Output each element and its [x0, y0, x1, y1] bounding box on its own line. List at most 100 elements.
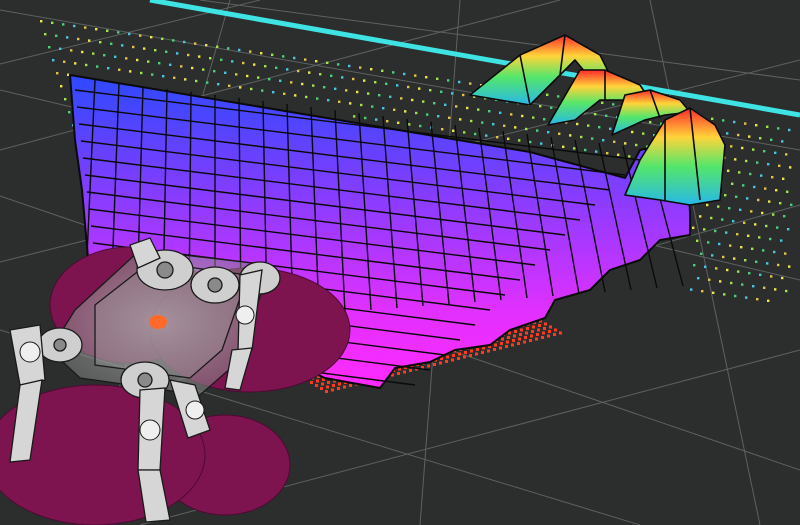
scene-canvas [0, 0, 800, 525]
point-cloud-dot [422, 100, 425, 103]
point-cloud-dot [532, 116, 535, 119]
low-height-point [511, 343, 514, 347]
point-cloud-dot [261, 89, 264, 92]
point-cloud-dot [106, 29, 109, 32]
point-cloud-dot [466, 106, 469, 110]
point-cloud-dot [734, 158, 737, 161]
point-cloud-dot [762, 249, 765, 252]
point-cloud-dot [92, 52, 95, 55]
point-cloud-dot [363, 79, 366, 82]
3d-viewport[interactable] [0, 0, 800, 525]
point-cloud-dot [788, 128, 791, 132]
point-cloud-dot [231, 60, 234, 63]
point-cloud-dot [408, 123, 411, 126]
low-height-point [470, 349, 473, 353]
point-cloud-dot [286, 68, 289, 71]
point-cloud-dot [767, 299, 770, 302]
point-cloud-dot [752, 285, 755, 288]
point-cloud-dot [721, 218, 724, 221]
point-cloud-dot [730, 145, 733, 148]
point-cloud-dot [748, 135, 751, 138]
low-height-point [513, 334, 516, 338]
point-cloud-dot [118, 68, 121, 71]
point-cloud-dot [110, 42, 113, 45]
point-cloud-dot [764, 187, 767, 190]
point-cloud-dot [749, 172, 752, 176]
point-cloud-dot [40, 20, 43, 23]
point-cloud-dot [711, 117, 714, 120]
point-cloud-dot [326, 61, 329, 64]
point-cloud-dot [693, 264, 696, 267]
point-cloud-dot [755, 260, 758, 263]
point-cloud-dot [726, 268, 729, 272]
point-cloud-dot [356, 90, 359, 94]
point-cloud-dot [150, 36, 153, 39]
low-height-point [446, 355, 449, 359]
point-cloud-dot [591, 137, 594, 140]
point-cloud-dot [253, 63, 256, 66]
point-cloud-dot [66, 36, 69, 39]
point-cloud-dot [469, 82, 472, 85]
point-cloud-dot [367, 92, 370, 95]
point-cloud-dot [759, 273, 762, 276]
point-cloud-dot [448, 116, 451, 119]
low-height-point [451, 358, 454, 362]
point-cloud-dot [209, 57, 212, 60]
point-cloud-dot [481, 121, 484, 124]
point-cloud-dot [165, 50, 168, 53]
point-cloud-dot [55, 34, 58, 37]
point-cloud-dot [601, 101, 604, 104]
point-cloud-dot [444, 103, 447, 106]
point-cloud-dot [767, 163, 770, 166]
point-cloud-dot [521, 114, 524, 118]
point-cloud-dot [733, 257, 736, 260]
point-cloud-dot [407, 85, 410, 89]
point-cloud-dot [766, 262, 769, 265]
low-height-point [326, 385, 329, 389]
point-cloud-dot [217, 83, 220, 86]
point-cloud-dot [162, 75, 165, 78]
point-cloud-dot [161, 37, 164, 40]
point-cloud-dot [784, 252, 787, 255]
point-cloud-dot [737, 133, 740, 137]
point-cloud-dot [728, 207, 731, 210]
point-cloud-dot [271, 53, 274, 56]
point-cloud-dot [463, 131, 466, 134]
point-cloud-dot [741, 146, 744, 150]
low-height-point [501, 337, 504, 341]
point-cloud-dot [707, 241, 710, 244]
point-cloud-dot [68, 111, 71, 114]
low-height-point [536, 333, 539, 336]
point-cloud-dot [374, 81, 377, 84]
point-cloud-dot [774, 288, 777, 291]
point-cloud-dot [64, 98, 67, 101]
low-height-point [553, 333, 556, 336]
low-height-point [327, 381, 330, 384]
point-cloud-dot [518, 139, 521, 142]
point-cloud-dot [631, 130, 634, 134]
point-cloud-dot [699, 215, 702, 218]
low-height-point [532, 325, 535, 329]
point-cloud-dot [744, 259, 747, 262]
point-cloud-dot [777, 127, 780, 130]
point-cloud-dot [649, 121, 652, 124]
point-cloud-dot [257, 76, 260, 79]
point-cloud-dot [760, 174, 763, 177]
point-cloud-dot [297, 69, 300, 73]
low-height-point [542, 331, 545, 335]
point-cloud-dot [770, 275, 773, 278]
point-cloud-dot [312, 84, 315, 87]
point-cloud-dot [692, 226, 695, 229]
low-height-point [325, 390, 328, 393]
point-cloud-dot [364, 116, 367, 120]
point-cloud-dot [238, 48, 241, 52]
point-cloud-dot [733, 120, 736, 124]
low-height-point [538, 324, 541, 327]
low-height-point [397, 372, 400, 375]
point-cloud-dot [714, 229, 717, 233]
point-cloud-dot [88, 39, 91, 42]
point-cloud-dot [773, 250, 776, 254]
point-cloud-dot [341, 76, 344, 79]
point-cloud-dot [316, 97, 319, 100]
point-cloud-dot [573, 147, 576, 150]
